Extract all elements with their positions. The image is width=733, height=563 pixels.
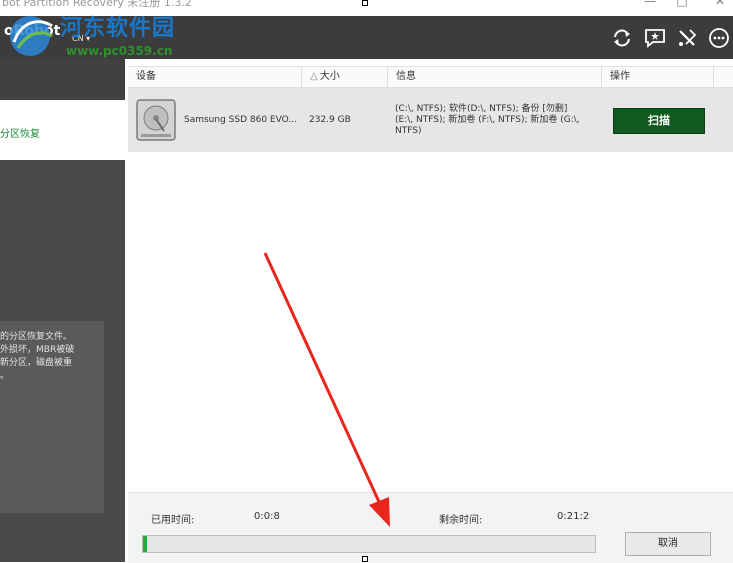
scan-progress-footer: 已用时间: 0:0:8 剩余时间: 0:21:2 取消 [128, 492, 733, 563]
watermark-title: 河东软件园 [60, 15, 176, 41]
feedback-icon[interactable] [643, 26, 667, 50]
column-header-action[interactable]: 操作 [602, 67, 714, 87]
progress-bar [142, 535, 596, 553]
device-name: Samsung SSD 860 EVO... [184, 115, 297, 125]
table-row[interactable]: Samsung SSD 860 EVO... 232.9 GB (C:\, NT… [128, 88, 733, 152]
cancel-button[interactable]: 取消 [625, 532, 711, 556]
device-size: 232.9 GB [309, 115, 351, 125]
sidebar-top-area [0, 59, 125, 100]
column-header-device[interactable]: 设备 [128, 67, 302, 87]
minimize-button[interactable]: — [640, 0, 660, 8]
sort-indicator-icon: △ [310, 71, 318, 82]
scan-button[interactable]: 扫描 [613, 108, 705, 134]
watermark-url: www.pc0359.cn [66, 44, 173, 58]
sidebar: 分区恢复 的分区恢复文件。 外损坏，MBR被破 新分区，磁盘被重 。 [0, 59, 125, 562]
elapsed-time-label: 已用时间: [151, 515, 195, 526]
remaining-time-value: 0:21:2 [557, 511, 590, 522]
sidebar-item-label: 分区恢复 [0, 129, 40, 140]
tools-icon[interactable] [675, 26, 699, 50]
sidebar-description-text: 的分区恢复文件。 外损坏，MBR被破 新分区，磁盘被重 。 [0, 332, 75, 381]
sidebar-description-panel: 的分区恢复文件。 外损坏，MBR被破 新分区，磁盘被重 。 [0, 321, 104, 513]
device-info: (C:\, NTFS); 软件(D:\, NTFS); 备份 [勿删] (E:\… [395, 104, 580, 136]
hard-drive-icon [136, 99, 176, 141]
sidebar-item-partition-recovery[interactable]: 分区恢复 [0, 100, 125, 160]
watermark-logo-icon [10, 16, 53, 56]
refresh-icon[interactable] [610, 26, 634, 50]
close-button[interactable]: ✕ [710, 0, 730, 8]
column-header-size[interactable]: △ 大小 [302, 67, 388, 87]
column-header-info[interactable]: 信息 [388, 67, 602, 87]
maximize-button[interactable]: □ [672, 0, 692, 8]
selection-handle-bottom [362, 556, 368, 562]
elapsed-time-value: 0:0:8 [254, 511, 280, 522]
window-title: bot Partition Recovery 未注册 1.3.2 [2, 0, 192, 9]
progress-fill [143, 536, 147, 552]
remaining-time-label: 剩余时间: [439, 515, 483, 526]
device-table-header: 设备 △ 大小 信息 操作 [128, 66, 733, 88]
more-icon[interactable] [707, 26, 731, 50]
selection-handle-top [362, 0, 368, 6]
